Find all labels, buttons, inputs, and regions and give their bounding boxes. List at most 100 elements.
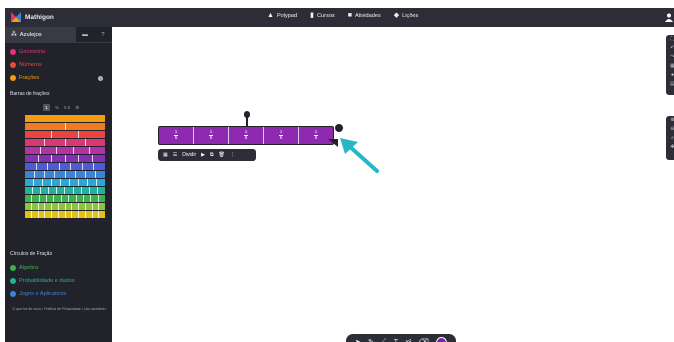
user-icon[interactable] (665, 13, 673, 22)
category-fractions[interactable]: Frações ? (10, 75, 107, 81)
fraction-bar-segment (25, 171, 36, 178)
zoom-out-icon[interactable]: ⊖ (666, 125, 674, 134)
fraction-bar-tile[interactable] (25, 147, 106, 154)
format-decimal-button[interactable]: 0.5 (64, 105, 70, 110)
fraction-bar-segment (57, 147, 74, 154)
main-nav: ▲ Polypad ▮ Cursos ■ Atividades ◆ Lições (267, 12, 418, 19)
fraction-bars-palette (25, 115, 106, 219)
nav-label: Atividades (354, 12, 381, 19)
fraction-bar-segment (52, 203, 59, 210)
nav-label: Polypad (276, 12, 298, 19)
fraction-bar-segment (65, 123, 105, 130)
fraction-bar-segment (45, 211, 52, 218)
fraction-bar-tile[interactable] (25, 211, 105, 218)
fraction-bar-segment (61, 179, 70, 186)
rotate-handle[interactable] (243, 111, 250, 118)
fraction-bar-segment (52, 155, 66, 162)
files-icon[interactable]: ▬ (76, 27, 94, 43)
fraction-bar-segment (48, 163, 60, 170)
fraction-bar-segment (94, 163, 106, 170)
denominator: 5 (279, 135, 283, 141)
line-icon[interactable]: ⟋ (381, 338, 386, 342)
category-algebra[interactable]: Álgebra (10, 265, 38, 271)
play-icon[interactable]: ▶ (201, 152, 205, 158)
category-probability[interactable]: Probabilidade e dados (10, 278, 75, 284)
algebra-icon (10, 265, 16, 271)
fraction-bar-segment (99, 211, 105, 218)
redo-icon[interactable]: ↷ (666, 53, 674, 62)
help-circle-icon[interactable]: ● (666, 71, 674, 80)
nav-item-atividades[interactable]: ■ Atividades (348, 12, 381, 19)
delete-icon[interactable]: 🗑 (219, 152, 225, 158)
share-icon[interactable]: ▤ (666, 80, 674, 89)
help-icon[interactable]: ? (94, 27, 112, 43)
fraction-bar-tile[interactable] (25, 115, 105, 122)
category-games[interactable]: Jogos e Aplicativos (10, 291, 67, 297)
category-label: Frações (19, 75, 40, 81)
fraction-bar-tile[interactable] (25, 139, 105, 146)
fraction-bar-segment (52, 179, 61, 186)
nav-item-cursos[interactable]: ▮ Cursos (310, 12, 335, 19)
divide-button[interactable]: Dividir (182, 152, 196, 158)
grid-icon[interactable]: ▦ (163, 152, 168, 158)
eraser-icon[interactable]: ⌫ (419, 338, 429, 342)
fraction-bar-segment (41, 187, 50, 194)
sidebar-footer[interactable]: O que há de novo • Política de Privacida… (11, 307, 107, 312)
question-icon[interactable]: ? (98, 76, 103, 81)
text-icon[interactable]: T (394, 339, 398, 342)
settings-icon[interactable]: ⚙ (75, 105, 79, 111)
copy-icon[interactable]: ⧉ (210, 152, 214, 158)
fraction-bar-tile[interactable] (25, 195, 105, 202)
fraction-bar-segment (88, 179, 97, 186)
zoom-in-icon[interactable]: ⊕ (666, 116, 674, 125)
fraction-bar-segment (45, 171, 56, 178)
fraction-segment: 15 (264, 127, 299, 144)
fraction-bar-tile[interactable] (25, 163, 106, 170)
fraction-bar-tile[interactable] (25, 131, 105, 138)
category-label: Números (19, 62, 42, 68)
category-label: Probabilidade e dados (19, 278, 75, 284)
category-numbers[interactable]: Números (10, 62, 42, 68)
fraction-bar-segment (52, 211, 59, 218)
format-percent-button[interactable]: % (55, 105, 59, 110)
format-fraction-button[interactable]: 1 (43, 104, 50, 111)
fullscreen-icon[interactable]: ⛶ (666, 35, 674, 44)
fraction-bar-tile[interactable] (25, 203, 105, 210)
fraction-bar-segment (69, 195, 77, 202)
more-icon[interactable]: ⋮ (230, 152, 235, 158)
pen-icon[interactable]: ✎ (368, 338, 374, 342)
cursor-icon[interactable]: ➤ (355, 338, 361, 342)
zoom-reset-icon[interactable]: ⌕ (666, 134, 674, 143)
fraction-bar[interactable]: 1515151515 (158, 126, 334, 145)
color-picker[interactable] (436, 336, 448, 342)
tab-tiles[interactable]: ⁂ Azulejos (5, 27, 76, 43)
resize-handle[interactable] (335, 124, 343, 132)
grid-toggle-icon[interactable]: ▦ (666, 62, 674, 71)
nav-item-polypad[interactable]: ▲ Polypad (267, 12, 297, 19)
fraction-bar-tile[interactable] (25, 171, 105, 178)
nav-item-lições[interactable]: ◆ Lições (394, 12, 419, 19)
fraction-bar-segment (97, 187, 105, 194)
fraction-bar-segment (79, 211, 86, 218)
move-icon[interactable]: ✥ (666, 143, 674, 152)
fraction-bar-segment (92, 211, 100, 218)
fraction-bar-segment (25, 195, 33, 202)
fraction-bar-segment (38, 155, 52, 162)
fraction-bar-tile[interactable] (25, 155, 105, 162)
games-icon (10, 291, 16, 297)
category-geometry[interactable]: Geometria (10, 49, 45, 55)
equation-icon[interactable]: x² (406, 339, 412, 342)
logo[interactable]: Mathigon (11, 12, 54, 22)
fraction-bar-segment (92, 155, 105, 162)
fraction-bar-segment (58, 211, 66, 218)
fraction-bar-segment (25, 179, 34, 186)
fraction-bar-segment (43, 179, 52, 186)
fraction-bar-segment (89, 187, 98, 194)
category-label: Álgebra (19, 265, 39, 271)
undo-icon[interactable]: ↶ (666, 44, 674, 53)
fraction-bar-segment (38, 211, 46, 218)
fraction-bar-tile[interactable] (25, 179, 105, 186)
fraction-bar-tile[interactable] (25, 187, 105, 194)
fraction-bar-tile[interactable] (25, 123, 105, 130)
table-icon[interactable]: ☰ (173, 152, 177, 158)
